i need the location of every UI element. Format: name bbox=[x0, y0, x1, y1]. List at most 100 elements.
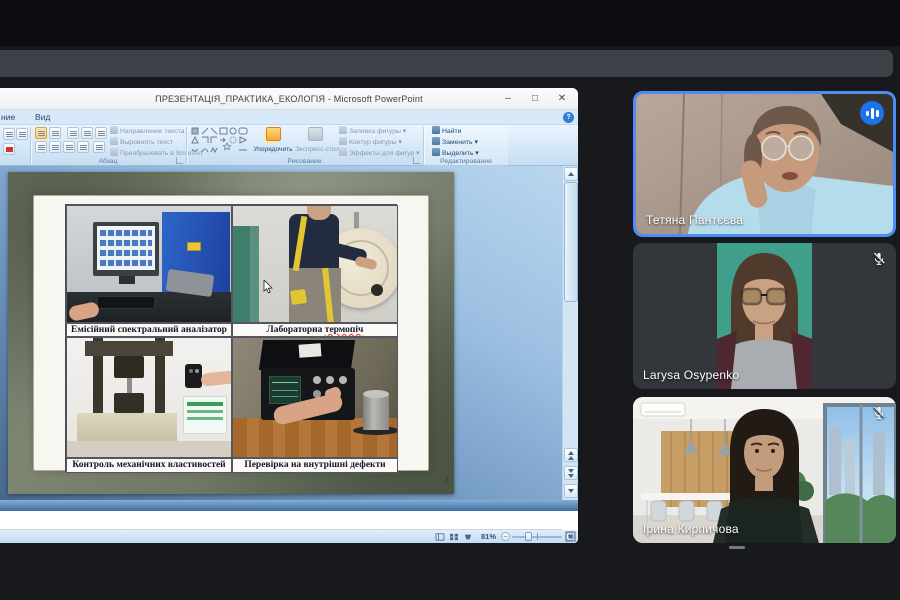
scroll-up-button[interactable] bbox=[564, 167, 578, 181]
columns-button[interactable] bbox=[93, 141, 105, 153]
misspelled-word: термопіч bbox=[325, 325, 364, 335]
select-icon bbox=[432, 148, 440, 156]
normal-view-button[interactable] bbox=[434, 532, 446, 542]
shape-outline-icon bbox=[339, 137, 347, 145]
photo-lab-furnace bbox=[232, 205, 398, 323]
group-label-paragraph: Абзац bbox=[31, 158, 185, 165]
ribbon-group-editing: Найти Заменить ▾ Выделить ▾ Редактирован… bbox=[424, 125, 508, 166]
font-button[interactable] bbox=[16, 128, 28, 140]
browser-top-strip bbox=[0, 0, 900, 46]
shape-fill-button[interactable]: Заливка фигуры ▾ bbox=[339, 126, 406, 137]
align-left-button[interactable] bbox=[35, 141, 47, 153]
ribbon-tab-view[interactable]: Вид bbox=[30, 111, 55, 124]
increase-indent-button[interactable] bbox=[81, 127, 93, 139]
decrease-indent-button[interactable] bbox=[67, 127, 79, 139]
smartart-icon bbox=[110, 148, 118, 156]
photo-flaw-detector bbox=[232, 337, 398, 458]
find-icon bbox=[432, 126, 440, 134]
ribbon: Направление текста Выровнять текст Преоб… bbox=[0, 125, 578, 166]
ribbon-tab-row: ние Вид ? bbox=[0, 110, 578, 125]
meet-window: ПРЕЗЕНТАЦІЯ_ПРАКТИКА_ЕКОЛОГІЯ - Microsof… bbox=[0, 0, 900, 600]
align-right-button[interactable] bbox=[63, 141, 75, 153]
scroll-down-icon bbox=[568, 489, 574, 493]
scroll-down-button[interactable] bbox=[564, 484, 578, 498]
ribbon-group-paragraph: Направление текста Выровнять текст Преоб… bbox=[31, 125, 185, 166]
participant-name: Larysa Osypenko bbox=[643, 368, 739, 382]
font-color-button[interactable] bbox=[3, 143, 15, 155]
line-spacing-button[interactable] bbox=[95, 127, 107, 139]
photo-spectral-analyzer bbox=[66, 205, 232, 323]
help-icon[interactable]: ? bbox=[563, 112, 574, 123]
zoom-slider-thumb[interactable] bbox=[525, 532, 532, 541]
slide-editing-area: Емісійний спектральний аналізатор Лабора… bbox=[0, 166, 562, 500]
slide-paper-panel: Емісійний спектральний аналізатор Лабора… bbox=[34, 196, 428, 470]
ppt-titlebar: ПРЕЗЕНТАЦІЯ_ПРАКТИКА_ЕКОЛОГІЯ - Microsof… bbox=[0, 88, 578, 110]
slide-sorter-view-button[interactable] bbox=[448, 532, 460, 542]
previous-slide-button[interactable] bbox=[564, 448, 578, 462]
shape-outline-button[interactable]: Контур фигуры ▾ bbox=[339, 137, 402, 148]
bullets-button[interactable] bbox=[35, 127, 47, 139]
double-chevron-up-icon bbox=[568, 451, 574, 460]
dialog-launcher-icon[interactable] bbox=[176, 157, 183, 164]
participant-tile-iryna[interactable]: Ірина Кирпичова bbox=[633, 397, 896, 543]
justify-button[interactable] bbox=[77, 141, 89, 153]
text-direction-icon bbox=[110, 126, 118, 134]
ppt-window-title: ПРЕЗЕНТАЦІЯ_ПРАКТИКА_ЕКОЛОГІЯ - Microsof… bbox=[0, 88, 578, 110]
replace-icon bbox=[432, 137, 440, 145]
scroll-thumb[interactable] bbox=[564, 182, 578, 302]
zoom-level: 81% bbox=[481, 532, 496, 541]
slide-canvas[interactable]: Емісійний спектральний аналізатор Лабора… bbox=[8, 172, 454, 494]
speaking-indicator-icon bbox=[860, 101, 884, 125]
participant-name: Тетяна Пантєєва bbox=[646, 213, 743, 227]
mic-off-icon bbox=[871, 405, 887, 421]
mouse-cursor-icon bbox=[263, 280, 273, 294]
align-text-button[interactable]: Выровнять текст bbox=[110, 137, 173, 148]
minimize-button[interactable]: – bbox=[498, 91, 518, 107]
caption-spectral-analyzer: Емісійний спектральний аналізатор bbox=[66, 323, 232, 337]
shape-effects-icon bbox=[339, 148, 347, 156]
notes-splitter[interactable] bbox=[0, 500, 578, 511]
caption-flaw-detector: Перевірка на внутрішні дефекти bbox=[232, 458, 398, 473]
fit-to-window-button[interactable] bbox=[565, 531, 576, 542]
zoom-slider-center-tick bbox=[537, 533, 538, 540]
participant-tile-larysa[interactable]: Larysa Osypenko bbox=[633, 243, 896, 389]
ribbon-group-drawing: Упорядочить Экспресс-стили Заливка фигур… bbox=[187, 125, 422, 166]
close-button[interactable]: ✕ bbox=[552, 91, 572, 107]
mic-off-icon bbox=[871, 251, 887, 267]
group-label-drawing: Рисование bbox=[187, 158, 422, 165]
arrange-icon bbox=[266, 127, 281, 141]
font-button[interactable] bbox=[3, 128, 15, 140]
quick-styles-icon bbox=[308, 127, 323, 141]
slide-image-table: Емісійний спектральний аналізатор Лабора… bbox=[65, 204, 397, 472]
maximize-button[interactable]: □ bbox=[525, 91, 545, 107]
scroll-up-icon bbox=[568, 172, 574, 176]
ribbon-tab-partial[interactable]: ние bbox=[0, 111, 20, 124]
tiles-scroll-indicator bbox=[729, 546, 745, 549]
ribbon-group-font-cut bbox=[0, 125, 30, 166]
slide-vertical-scrollbar[interactable] bbox=[562, 166, 578, 500]
participant-name: Ірина Кирпичова bbox=[643, 522, 739, 536]
find-button[interactable]: Найти bbox=[432, 126, 461, 137]
align-text-icon bbox=[110, 137, 118, 145]
slideshow-view-button[interactable] bbox=[462, 532, 474, 542]
participant-tile-tetyana[interactable]: Тетяна Пантєєва bbox=[633, 91, 896, 237]
shape-fill-icon bbox=[339, 126, 347, 134]
caption-lab-furnace: Лабораторна термопіч bbox=[232, 323, 398, 337]
powerpoint-window: ПРЕЗЕНТАЦІЯ_ПРАКТИКА_ЕКОЛОГІЯ - Microsof… bbox=[0, 88, 578, 543]
numbering-button[interactable] bbox=[49, 127, 61, 139]
ppt-status-bar: 81% – + bbox=[0, 530, 578, 543]
caption-mechanical-testing: Контроль механічних властивостей bbox=[66, 458, 232, 473]
shapes-gallery[interactable] bbox=[191, 127, 249, 155]
next-slide-button[interactable] bbox=[564, 466, 578, 480]
presentation-top-bar bbox=[0, 50, 893, 77]
align-center-button[interactable] bbox=[49, 141, 61, 153]
text-direction-button[interactable]: Направление текста bbox=[110, 126, 184, 137]
slide-number: 4 bbox=[444, 475, 449, 485]
double-chevron-down-icon bbox=[568, 469, 574, 478]
photo-mechanical-testing bbox=[66, 337, 232, 458]
group-label-editing: Редактирование bbox=[424, 158, 508, 165]
zoom-out-button[interactable]: – bbox=[501, 532, 510, 541]
notes-pane[interactable] bbox=[0, 511, 562, 530]
dialog-launcher-icon[interactable] bbox=[413, 157, 420, 164]
replace-button[interactable]: Заменить ▾ bbox=[432, 137, 478, 148]
